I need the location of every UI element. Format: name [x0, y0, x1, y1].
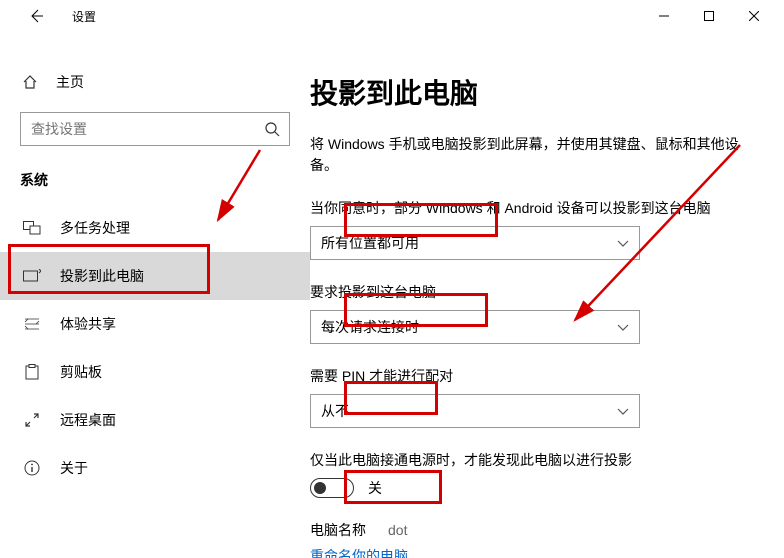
sidebar: 主页 系统 多任务处理 投影到此电脑: [0, 32, 310, 558]
home-label: 主页: [56, 72, 84, 92]
about-icon: [22, 458, 42, 478]
close-button[interactable]: [731, 0, 776, 32]
back-button[interactable]: [20, 0, 52, 32]
maximize-icon: [704, 11, 714, 21]
sidebar-item-label: 远程桌面: [60, 410, 116, 430]
sidebar-item-multitasking[interactable]: 多任务处理: [0, 204, 310, 252]
pc-name-value: dot: [388, 522, 407, 538]
dropdown-value: 从不: [321, 401, 349, 421]
search-input[interactable]: [21, 121, 255, 137]
remote-icon: [22, 410, 42, 430]
sidebar-item-projecting[interactable]: 投影到此电脑: [0, 252, 310, 300]
titlebar: 设置: [0, 0, 784, 32]
back-arrow-icon: [28, 8, 44, 24]
dropdown-value: 所有位置都可用: [321, 233, 419, 253]
setting-label-2: 要求投影到这台电脑: [310, 282, 762, 302]
maximize-button[interactable]: [686, 0, 731, 32]
toggle-label-text: 仅当此电脑接通电源时，才能发现此电脑以进行投影: [310, 450, 762, 470]
clipboard-icon: [22, 362, 42, 382]
dropdown-availability[interactable]: 所有位置都可用: [310, 226, 640, 260]
sidebar-item-remote[interactable]: 远程桌面: [0, 396, 310, 444]
page-description: 将 Windows 手机或电脑投影到此屏幕，并使用其键盘、鼠标和其他设备。: [310, 134, 762, 176]
search-input-container[interactable]: [20, 112, 290, 146]
dropdown-pin[interactable]: 从不: [310, 394, 640, 428]
dropdown-value: 每次请求连接时: [321, 317, 419, 337]
minimize-button[interactable]: [641, 0, 686, 32]
sidebar-item-label: 剪贴板: [60, 362, 102, 382]
home-nav[interactable]: 主页: [0, 62, 310, 102]
dropdown-ask[interactable]: 每次请求连接时: [310, 310, 640, 344]
sidebar-item-label: 体验共享: [60, 314, 116, 334]
power-toggle[interactable]: [310, 478, 354, 498]
toggle-knob: [314, 482, 326, 494]
chevron-down-icon: [617, 319, 629, 335]
content-area: 投影到此电脑 将 Windows 手机或电脑投影到此屏幕，并使用其键盘、鼠标和其…: [310, 32, 784, 558]
sidebar-item-clipboard[interactable]: 剪贴板: [0, 348, 310, 396]
search-icon: [255, 121, 289, 137]
projecting-icon: [22, 266, 42, 286]
sidebar-item-label: 投影到此电脑: [60, 266, 144, 286]
shared-icon: [22, 314, 42, 334]
pc-name-label: 电脑名称: [310, 520, 366, 540]
minimize-icon: [659, 11, 669, 21]
multitasking-icon: [22, 218, 42, 238]
sidebar-item-shared[interactable]: 体验共享: [0, 300, 310, 348]
toggle-state: 关: [368, 478, 382, 498]
home-icon: [20, 74, 40, 90]
sidebar-item-label: 多任务处理: [60, 218, 130, 238]
setting-label-3: 需要 PIN 才能进行配对: [310, 366, 762, 386]
window-title: 设置: [72, 8, 96, 25]
chevron-down-icon: [617, 403, 629, 419]
page-title: 投影到此电脑: [310, 72, 762, 112]
setting-label-1: 当你同意时，部分 Windows 和 Android 设备可以投影到这台电脑: [310, 198, 762, 218]
sidebar-item-about[interactable]: 关于: [0, 444, 310, 492]
sidebar-item-label: 关于: [60, 458, 88, 478]
chevron-down-icon: [617, 235, 629, 251]
section-label: 系统: [0, 164, 310, 204]
close-icon: [749, 11, 759, 21]
rename-link[interactable]: 重命名你的电脑: [310, 546, 408, 558]
